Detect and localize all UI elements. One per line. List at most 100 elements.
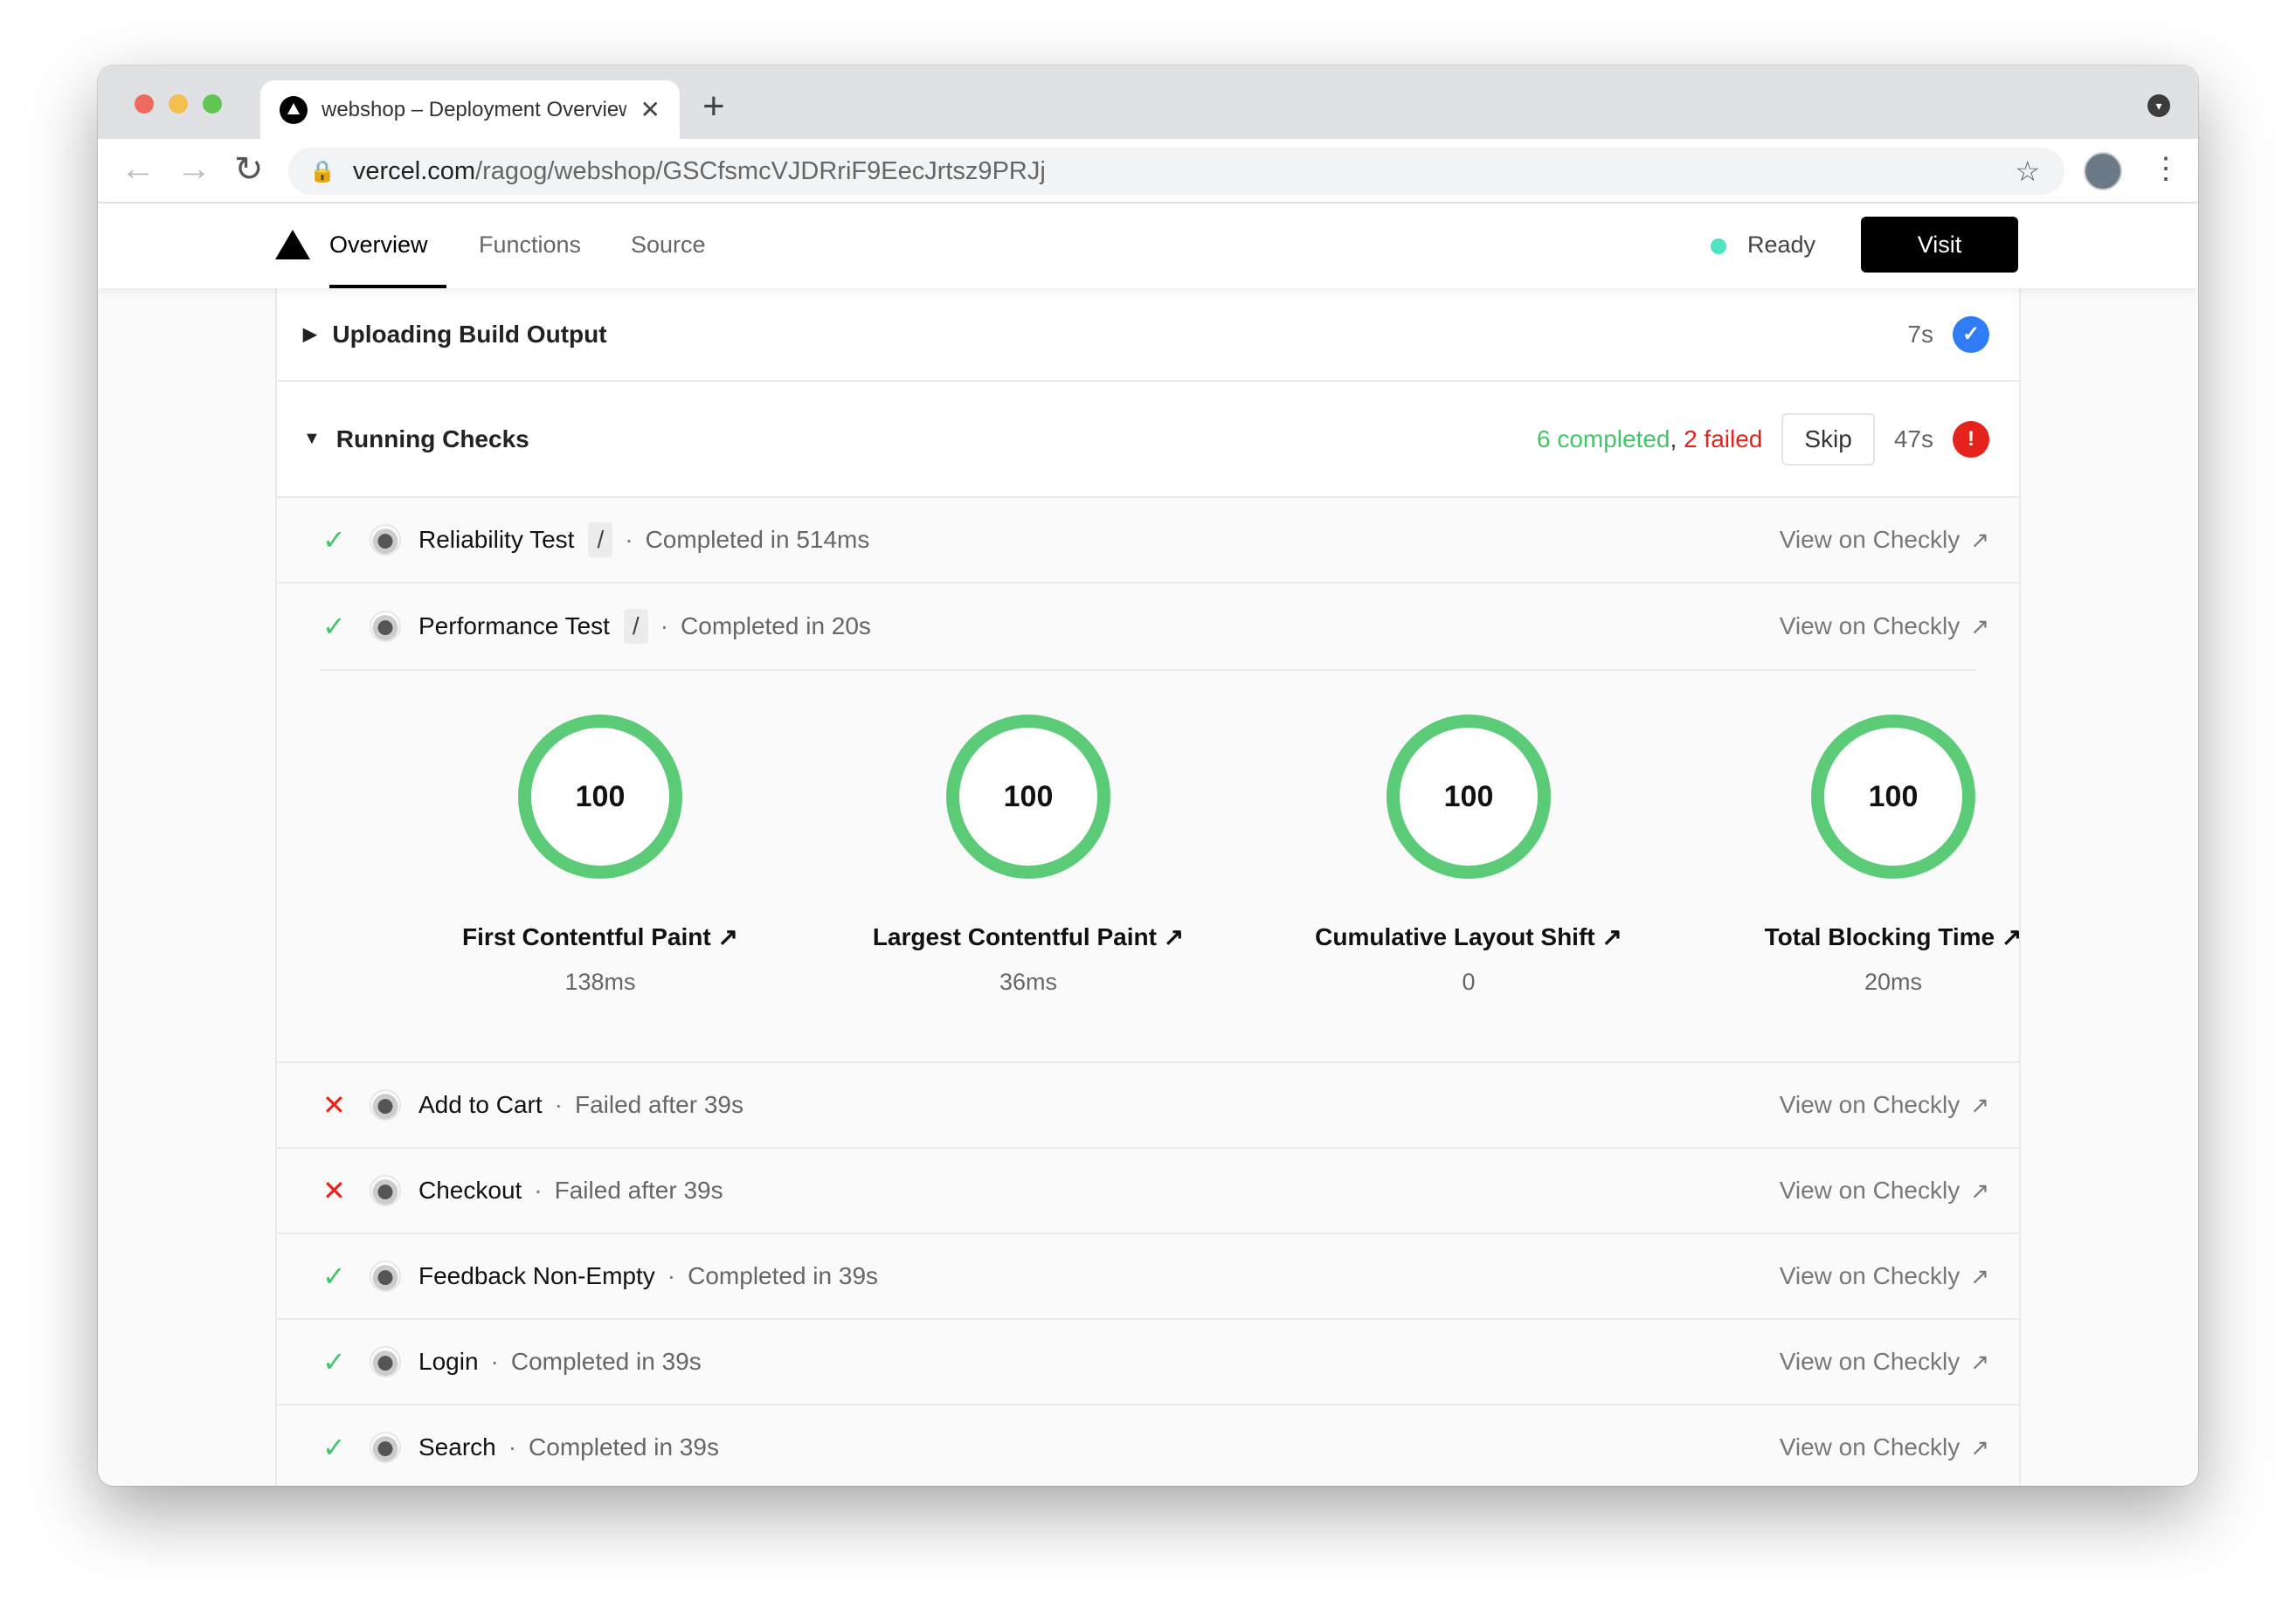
metric-value: 36ms — [999, 969, 1058, 995]
success-check-icon: ✓ — [1953, 315, 1989, 353]
close-window-button[interactable] — [135, 94, 154, 114]
build-steps-panel: ▶ Uploading Build Output 7s ✓ ▼ Running … — [275, 288, 2021, 1486]
tab-search-icon[interactable]: ▾ — [2147, 94, 2170, 117]
external-link-icon: ↗ — [1970, 1177, 1989, 1204]
external-link-icon: ↗ — [2001, 923, 2021, 950]
forward-icon[interactable]: → — [176, 149, 211, 189]
metric-label-link[interactable]: Cumulative Layout Shift ↗ — [1250, 922, 1687, 951]
browser-window: webshop – Deployment Overview ✕ + ▾ ← → … — [98, 66, 2198, 1486]
tab-source[interactable]: Source — [631, 231, 706, 259]
new-tab-icon[interactable]: + — [702, 85, 725, 128]
bookmark-star-icon[interactable]: ☆ — [2015, 155, 2040, 188]
tab-overview[interactable]: Overview — [329, 231, 428, 259]
view-on-checkly-link[interactable]: View on Checkly ↗ — [1780, 612, 1989, 640]
minimize-window-button[interactable] — [169, 94, 188, 114]
view-on-checkly-link[interactable]: View on Checkly ↗ — [1780, 1433, 1989, 1461]
metric-label: Largest Contentful Paint — [872, 923, 1157, 950]
url-host: vercel.com — [352, 156, 476, 185]
step-title: Running Checks — [335, 425, 529, 452]
external-link-icon: ↗ — [1970, 1433, 1989, 1461]
metric-label-link[interactable]: First Contentful Paint ↗ — [382, 922, 819, 951]
checkly-mascot-icon — [370, 1260, 401, 1292]
separator: · — [660, 612, 669, 639]
check-name: Reliability Test — [418, 526, 575, 553]
separator: · — [625, 526, 633, 553]
external-link-icon: ↗ — [1970, 1348, 1989, 1375]
close-tab-icon[interactable]: ✕ — [640, 95, 660, 124]
profile-avatar[interactable] — [2084, 152, 2122, 190]
check-row: ✕ Add to Cart · Failed after 39s View on… — [277, 1063, 2019, 1149]
check-name: Feedback Non-Empty — [418, 1262, 655, 1289]
step-duration: 47s — [1893, 425, 1933, 452]
check-path-tag: / — [588, 522, 613, 557]
active-tab-indicator — [329, 285, 446, 288]
maximize-window-button[interactable] — [203, 94, 222, 114]
check-result: Completed in 39s — [688, 1262, 879, 1289]
metric-value: 138ms — [564, 969, 636, 995]
visit-button[interactable]: Visit — [1861, 217, 2018, 273]
check-name: Add to Cart — [418, 1091, 543, 1118]
check-result: Completed in 39s — [510, 1348, 702, 1375]
check-passed-icon: ✓ — [322, 1432, 346, 1463]
metric-score: 100 — [1868, 779, 1919, 813]
external-link-icon: ↗ — [1163, 923, 1185, 950]
separator: · — [554, 1091, 563, 1118]
metric-label: First Contentful Paint — [462, 923, 711, 950]
view-on-checkly-link[interactable]: View on Checkly ↗ — [1780, 1091, 1989, 1119]
metric-score: 100 — [1443, 779, 1494, 813]
vercel-logo-icon[interactable] — [275, 230, 310, 259]
metric-label: Cumulative Layout Shift — [1315, 923, 1595, 950]
external-link-icon: ↗ — [1970, 526, 1989, 553]
tab-functions[interactable]: Functions — [479, 231, 581, 259]
error-icon: ! — [1953, 420, 1989, 458]
view-on-checkly-link[interactable]: View on Checkly ↗ — [1780, 1262, 1989, 1290]
view-on-checkly-link[interactable]: View on Checkly ↗ — [1780, 1348, 1989, 1376]
step-title: Uploading Build Output — [332, 320, 607, 348]
check-name: Login — [418, 1348, 479, 1375]
link-label: View on Checkly — [1779, 1348, 1961, 1375]
failed-count: 2 failed — [1684, 425, 1763, 452]
separator: · — [508, 1433, 517, 1461]
browser-toolbar: ← → ↻ 🔒 vercel.com/ragog/webshop/GSCfsmc… — [98, 139, 2198, 204]
view-on-checkly-link[interactable]: View on Checkly ↗ — [1780, 526, 1989, 554]
check-passed-icon: ✓ — [322, 524, 346, 556]
check-name: Checkout — [418, 1177, 522, 1204]
score-ring: 100 — [1387, 715, 1551, 879]
external-link-icon: ↗ — [1970, 612, 1989, 639]
uploading-build-output-step[interactable]: ▶ Uploading Build Output 7s ✓ — [277, 288, 2019, 382]
address-bar[interactable]: 🔒 vercel.com/ragog/webshop/GSCfsmcVJDRri… — [288, 148, 2064, 195]
status-dot-icon — [1711, 238, 1726, 254]
external-link-icon: ↗ — [1970, 1091, 1989, 1118]
back-icon[interactable]: ← — [121, 149, 156, 189]
browser-menu-icon[interactable]: ⋮ — [2151, 151, 2181, 186]
score-ring: 100 — [1811, 715, 1975, 879]
link-label: View on Checkly — [1779, 1433, 1961, 1461]
view-on-checkly-link[interactable]: View on Checkly ↗ — [1780, 1177, 1989, 1205]
checkly-mascot-icon — [370, 1089, 401, 1121]
metric-label-link[interactable]: Total Blocking Time ↗ — [1675, 922, 2021, 951]
check-passed-icon: ✓ — [322, 1260, 346, 1292]
reload-icon[interactable]: ↻ — [234, 149, 264, 190]
checks-list: ✓ Reliability Test / · Completed in 514m… — [277, 498, 2019, 1486]
external-link-icon: ↗ — [1970, 1262, 1989, 1289]
metric-score: 100 — [1003, 779, 1054, 813]
metric-label-link[interactable]: Largest Contentful Paint ↗ — [810, 922, 1247, 951]
check-passed-icon: ✓ — [322, 1346, 346, 1378]
checkly-mascot-icon — [370, 524, 401, 556]
check-failed-icon: ✕ — [322, 1175, 346, 1206]
check-result: Completed in 514ms — [645, 526, 870, 553]
running-checks-step[interactable]: ▼ Running Checks 6 completed, 2 failed S… — [277, 382, 2019, 498]
browser-tab[interactable]: webshop – Deployment Overview ✕ — [260, 80, 680, 139]
completed-count: 6 completed — [1536, 425, 1670, 452]
score-ring: 100 — [946, 715, 1110, 879]
check-row: ✕ Checkout · Failed after 39s View on Ch… — [277, 1149, 2019, 1234]
check-result: Failed after 39s — [574, 1091, 743, 1118]
site-header: Overview Functions Source Ready Visit — [98, 204, 2198, 288]
metric-value: 20ms — [1864, 969, 1923, 995]
skip-button[interactable]: Skip — [1781, 412, 1875, 466]
link-label: View on Checkly — [1779, 1091, 1961, 1118]
checkly-mascot-icon — [370, 1346, 401, 1378]
check-row: ✓ Feedback Non-Empty · Completed in 39s … — [277, 1234, 2019, 1320]
checkly-mascot-icon — [370, 611, 401, 642]
check-row: ✓ Search · Completed in 39s View on Chec… — [277, 1405, 2019, 1486]
